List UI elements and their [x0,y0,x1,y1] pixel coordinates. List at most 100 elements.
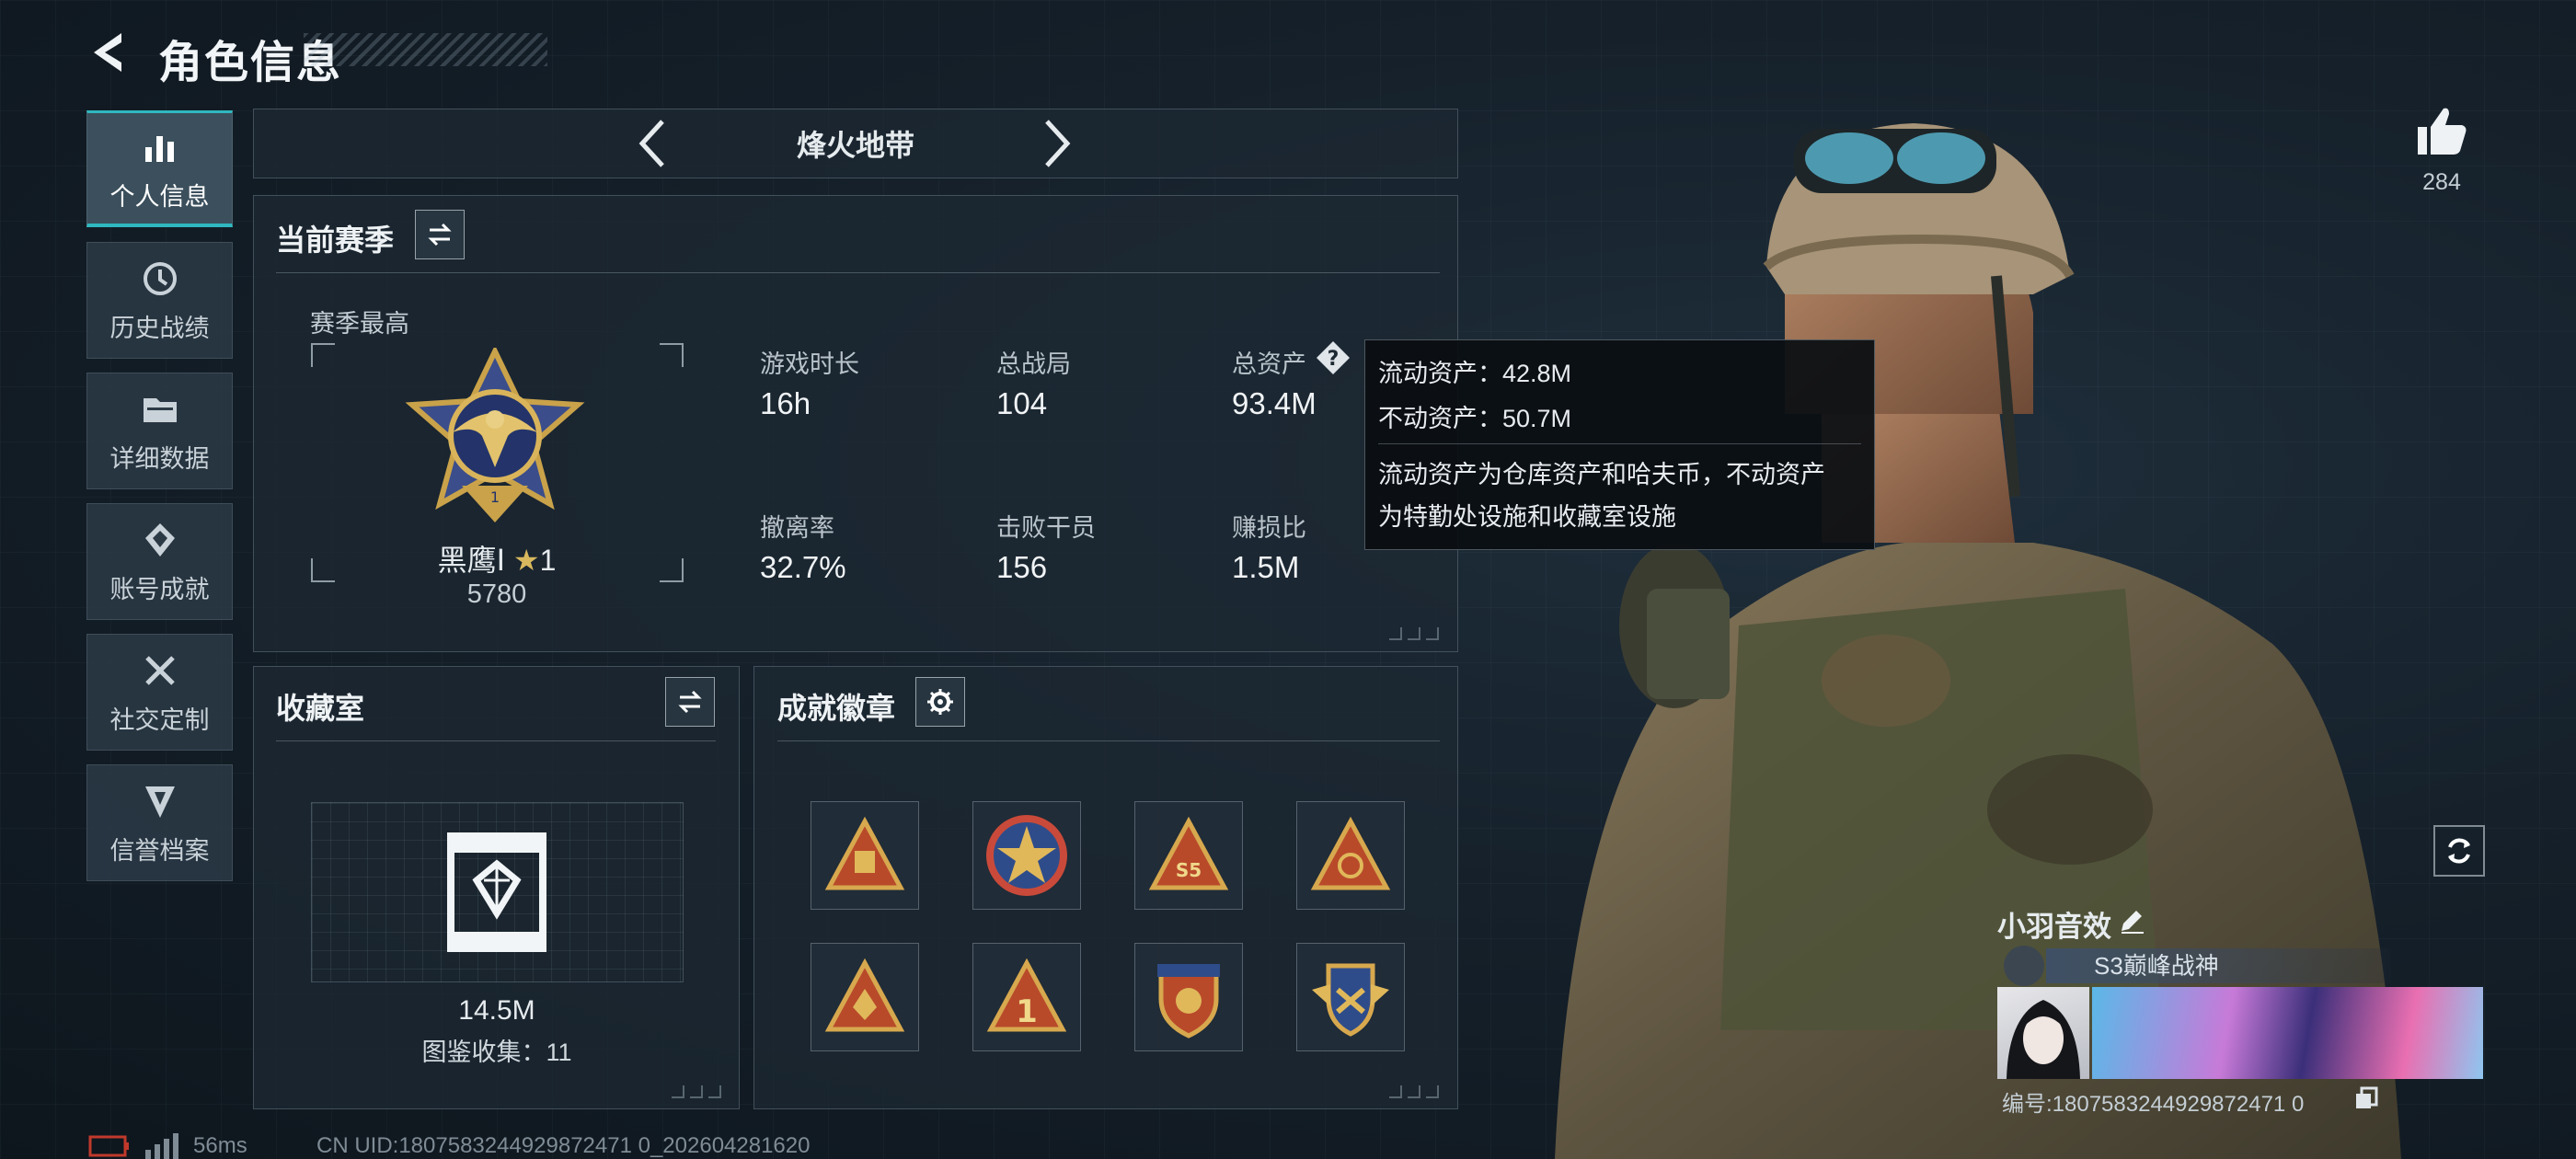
tooltip-fixed-assets: 不动资产：50.7M [1378,405,1572,432]
divider [1378,443,1861,444]
tooltip-description-line2: 为特勤处设施和收藏室设施 [1378,503,1676,531]
sidebar-item-personal-info[interactable]: 个人信息 [86,110,233,227]
collection-count: 图鉴收集：11 [421,1039,572,1066]
stat-value: 1.5M [1232,550,1300,584]
achievement-badge[interactable] [972,801,1081,910]
stat-value: 16h [760,386,811,420]
svg-text:1: 1 [1016,993,1038,1030]
signal-icon [145,1133,178,1159]
sidebar-item-label: 详细数据 [109,445,210,473]
player-title: S3巅峰战神 [2046,948,2391,983]
collection-value: 14.5M [458,995,535,1026]
swap-icon [678,690,702,714]
swap-icon [428,223,452,247]
title-decoration [304,33,547,66]
avatar-portrait [2007,1000,2080,1079]
season-switch-button[interactable] [415,210,465,259]
rotate-icon [2448,838,2470,864]
achievement-badge[interactable] [1296,801,1405,910]
battery-icon [88,1135,129,1157]
bar-chart-icon [144,135,174,162]
like-count: 284 [2422,169,2461,195]
collection-title: 收藏室 [276,692,365,725]
achievement-badge[interactable] [1134,943,1243,1051]
black-hawk-rank-emblem: 1 [405,348,585,522]
tooltip-description-line1: 流动资产为仓库资产和哈夫币，不动资产 [1378,461,1825,488]
corner-decoration [1389,1085,1444,1098]
tooltip-liquid-assets: 流动资产：42.8M [1378,360,1572,387]
stat-label: 撤离率 [760,514,834,542]
rotate-model-button[interactable] [2433,825,2485,877]
uid-text: CN UID:1807583244929872471 0_20260428162… [316,1133,811,1158]
stat-value: 93.4M [1232,386,1317,420]
copy-icon[interactable] [2353,1085,2379,1111]
stat-label: 总资产 [1232,350,1306,378]
rank-stars: 1 [539,544,557,577]
player-name: 小羽音效 [1997,911,2111,943]
divider [777,740,1440,741]
sidebar-item-label: 历史战绩 [109,315,210,342]
achievement-badge[interactable]: 1 [972,943,1081,1051]
back-arrow-icon[interactable] [85,28,134,77]
star-icon: ★ [512,544,540,577]
collection-vault-icon [447,832,546,952]
triangle-one-badge-icon: 1 [986,958,1067,1032]
collection-switch-button[interactable] [665,677,715,727]
name-card-banner[interactable] [2092,987,2483,1079]
player-id: 编号:1807583244929872471 0 [2002,1092,2305,1117]
achievement-badge[interactable]: S5 [1134,801,1243,910]
sidebar-item-detail-data[interactable]: 详细数据 [86,373,233,489]
stat-value: 156 [996,550,1048,584]
stat-label: 总战局 [996,350,1071,378]
sidebar-item-social[interactable]: 社交定制 [86,634,233,751]
achievement-badge[interactable] [811,943,919,1051]
corner-decoration [1389,627,1444,640]
divider [276,272,1440,273]
sidebar-item-label: 账号成就 [109,576,210,603]
achievement-badge[interactable] [811,801,919,910]
stat-value: 32.7% [760,550,846,584]
history-clock-icon [143,262,177,295]
gear-icon [927,689,953,715]
stat-label: 游戏时长 [760,350,859,378]
rank-name-row: 黑鹰Ⅰ ★1 [405,537,589,580]
rank-points: 5780 [466,580,527,609]
triangle-crest-badge-icon [824,958,905,1032]
achievements-title: 成就徽章 [777,692,896,725]
triangle-emblem-badge-icon [1310,816,1391,890]
stat-label: 击败干员 [996,514,1096,542]
rank-name: 黑鹰Ⅰ [437,544,506,577]
sidebar-item-achievements[interactable]: 账号成就 [86,503,233,620]
sidebar-item-history[interactable]: 历史战绩 [86,242,233,359]
triangle-gift-badge-icon [824,816,905,890]
achievement-badge[interactable] [1296,943,1405,1051]
avatar[interactable] [1997,987,2089,1079]
season-best-label: 赛季最高 [310,310,409,338]
assets-tooltip: 流动资产：42.8M 不动资产：50.7M 流动资产为仓库资产和哈夫币，不动资产… [1364,339,1875,550]
sidebar-item-label: 个人信息 [109,182,210,211]
chevron-left-icon[interactable] [635,116,672,171]
stat-label: 赚损比 [1232,514,1306,542]
achievement-diamond-icon [144,523,175,557]
mode-label: 烽火地带 [796,129,914,162]
tools-wrench-icon [144,656,175,685]
sidebar-item-credit[interactable]: 信誉档案 [86,764,233,881]
star-medal-badge-icon [986,815,1067,896]
shield-badge-icon [144,786,175,818]
sidebar-item-label: 社交定制 [109,706,210,734]
svg-text:?: ? [1328,348,1340,371]
season-title: 当前赛季 [276,224,395,257]
svg-text:S5: S5 [1176,859,1202,881]
achievements-settings-button[interactable] [915,677,965,727]
divider [276,740,716,741]
help-icon[interactable]: ? [1316,340,1351,375]
chevron-right-icon[interactable] [1038,116,1075,171]
folder-icon [143,398,177,422]
thumbs-up-icon[interactable] [2414,105,2469,156]
stat-value: 104 [996,386,1048,420]
sidebar-item-label: 信誉档案 [109,837,210,865]
ping-value: 56ms [193,1133,247,1158]
title-badge-icon [2004,946,2044,986]
edit-pencil-icon[interactable] [2118,907,2145,935]
winged-shield-badge-icon [1312,963,1389,1037]
